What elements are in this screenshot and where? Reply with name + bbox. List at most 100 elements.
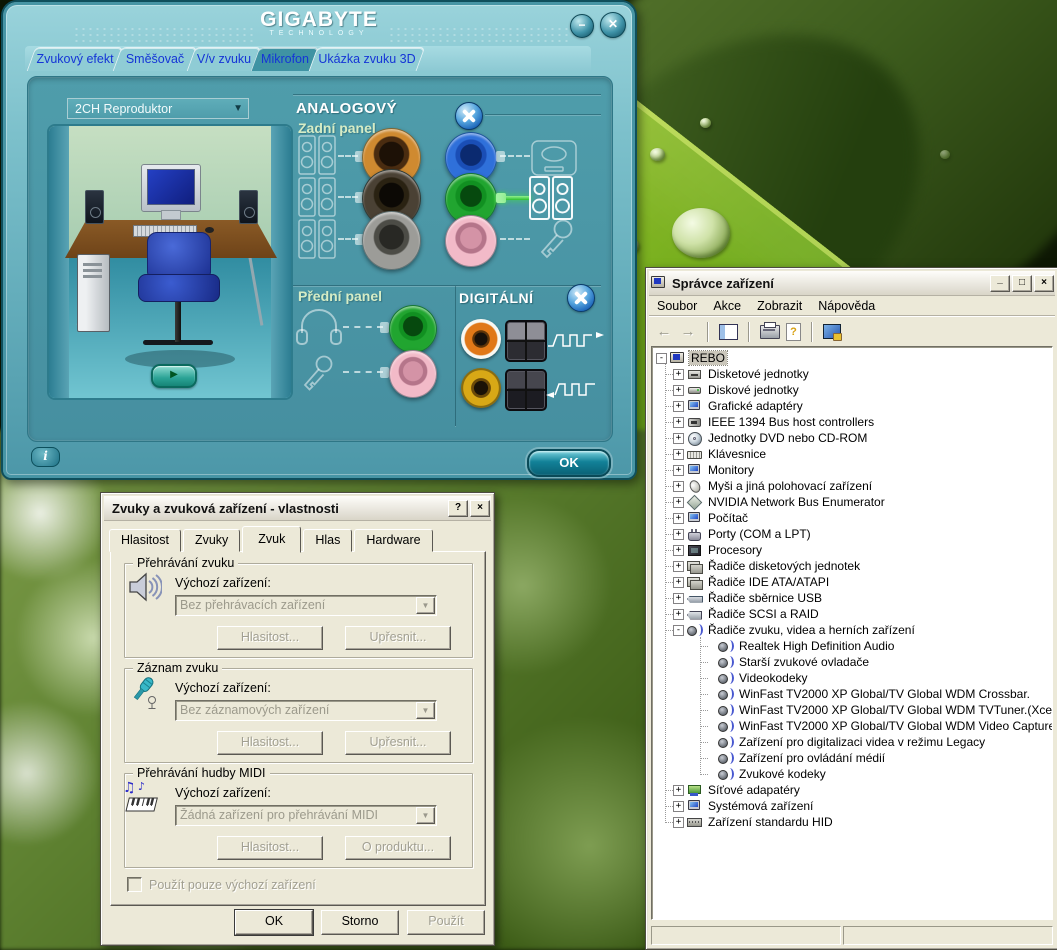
spdif-out-rca-orange[interactable] — [461, 319, 501, 359]
default-device-select[interactable]: Bez záznamových zařízení ▼ — [175, 700, 437, 721]
tree-item[interactable]: + Myši a jiná polohovací zařízení — [652, 478, 1052, 494]
help-icon[interactable]: ? — [783, 320, 804, 344]
tab[interactable]: Ukázka zvuku 3D — [309, 47, 426, 71]
tree-item[interactable]: Realtek High Definition Audio — [652, 638, 1052, 654]
tree-item[interactable]: + Diskové jednotky — [652, 382, 1052, 398]
close-button[interactable]: ✕ — [600, 12, 626, 38]
tree-item[interactable]: WinFast TV2000 XP Global/TV Global WDM V… — [652, 718, 1052, 734]
tab[interactable]: Hardware — [354, 529, 432, 552]
spdif-out-optical-port[interactable] — [505, 320, 547, 362]
expander-toggle[interactable]: - — [656, 353, 667, 364]
tree-item[interactable]: + Klávesnice — [652, 446, 1052, 462]
close-button[interactable]: × — [470, 500, 490, 517]
tree-item[interactable]: Zařízení pro ovládání médií — [652, 750, 1052, 766]
chevron-down-icon[interactable]: ▼ — [416, 702, 435, 719]
toolbar-separator[interactable] — [804, 320, 820, 344]
tree-item[interactable]: + IEEE 1394 Bus host controllers — [652, 414, 1052, 430]
play-button[interactable]: ▶ — [151, 364, 197, 388]
tree-item[interactable]: + Řadiče sběrnice USB — [652, 590, 1052, 606]
tab[interactable]: Zvukový efekt — [27, 47, 124, 71]
advanced-button[interactable]: Upřesnit... — [345, 731, 451, 755]
minimize-button[interactable]: − — [570, 14, 594, 38]
spdif-in-rca-yellow[interactable] — [461, 368, 501, 408]
volume-button[interactable]: Hlasitost... — [217, 836, 323, 860]
expander-toggle[interactable]: + — [673, 817, 684, 828]
tree-item[interactable]: WinFast TV2000 XP Global/TV Global WDM C… — [652, 686, 1052, 702]
expander-toggle[interactable]: + — [673, 417, 684, 428]
tree-item[interactable]: Zvukové kodeky — [652, 766, 1052, 782]
forward-icon[interactable]: → — [676, 320, 700, 344]
expander-toggle[interactable]: + — [673, 481, 684, 492]
tree-item[interactable]: + Síťové adapatéry — [652, 782, 1052, 798]
expander-toggle[interactable]: + — [673, 785, 684, 796]
digital-settings-wrench-icon[interactable] — [567, 284, 595, 312]
expander-toggle[interactable]: + — [673, 609, 684, 620]
dialog-button[interactable]: Použít — [407, 910, 485, 935]
expander-toggle[interactable]: + — [673, 801, 684, 812]
chevron-down-icon[interactable]: ▼ — [416, 597, 435, 614]
use-default-devices-checkbox-row[interactable]: Použít pouze výchozí zařízení — [127, 877, 316, 892]
tab[interactable]: Zvuky — [183, 529, 240, 552]
volume-button[interactable]: Hlasitost... — [217, 626, 323, 650]
tree-item[interactable]: - Řadiče zvuku, videa a herních zařízení — [652, 622, 1052, 638]
speaker-config-select[interactable]: 2CH Reproduktor ▼ — [67, 98, 249, 119]
rear-jack-gray-side-out[interactable] — [362, 211, 421, 270]
chevron-down-icon[interactable]: ▼ — [233, 99, 243, 119]
minimize-button[interactable]: _ — [990, 275, 1010, 292]
ok-button[interactable]: OK — [527, 449, 611, 477]
tree-item[interactable]: + Jednotky DVD nebo CD-ROM — [652, 430, 1052, 446]
expander-toggle[interactable]: + — [673, 513, 684, 524]
expander-toggle[interactable]: + — [673, 593, 684, 604]
advanced-button[interactable]: O produktu... — [345, 836, 451, 860]
tree-item[interactable]: + Procesory — [652, 542, 1052, 558]
expander-toggle[interactable]: + — [673, 433, 684, 444]
expander-toggle[interactable]: + — [673, 561, 684, 572]
tree-item[interactable]: - REBO — [652, 350, 1052, 366]
info-button[interactable]: i — [31, 447, 60, 467]
tree-item[interactable]: + Řadiče IDE ATA/ATAPI — [652, 574, 1052, 590]
expander-toggle[interactable]: + — [673, 497, 684, 508]
front-jack-green-headphone[interactable] — [389, 305, 437, 353]
expander-toggle[interactable]: + — [673, 545, 684, 556]
menu-item[interactable]: Soubor — [649, 297, 705, 315]
expander-toggle[interactable]: + — [673, 465, 684, 476]
tree-item[interactable]: WinFast TV2000 XP Global/TV Global WDM T… — [652, 702, 1052, 718]
update-driver-icon[interactable] — [820, 320, 844, 344]
tree-item[interactable]: + NVIDIA Network Bus Enumerator — [652, 494, 1052, 510]
expander-toggle[interactable]: + — [673, 401, 684, 412]
tab[interactable]: Hlasitost — [109, 529, 181, 552]
tab[interactable]: Směšovač — [113, 47, 198, 71]
chevron-down-icon[interactable]: ▼ — [416, 807, 435, 824]
expander-toggle[interactable]: - — [673, 625, 684, 636]
default-device-select[interactable]: Žádná zařízení pro přehrávání MIDI ▼ — [175, 805, 437, 826]
advanced-button[interactable]: Upřesnit... — [345, 626, 451, 650]
maximize-button[interactable]: □ — [1012, 275, 1032, 292]
tab[interactable]: Zvuk — [242, 526, 301, 553]
show-hide-console-tree-icon[interactable] — [716, 320, 741, 344]
dialog-button[interactable]: OK — [235, 910, 313, 935]
title-bar[interactable]: Správce zařízení _ □ × — [649, 271, 1055, 296]
tree-item[interactable]: + Disketové jednotky — [652, 366, 1052, 382]
back-icon[interactable]: ← — [652, 320, 676, 344]
front-jack-pink-mic[interactable] — [389, 350, 437, 398]
rear-jack-pink-mic-in[interactable] — [445, 215, 497, 267]
menu-item[interactable]: Akce — [705, 297, 749, 315]
tree-item[interactable]: Zařízení pro digitalizaci videa v režimu… — [652, 734, 1052, 750]
close-button[interactable]: × — [1034, 275, 1054, 292]
tree-item[interactable]: Starší zvukové ovladače — [652, 654, 1052, 670]
toolbar-separator[interactable] — [700, 320, 716, 344]
tree-item[interactable]: + Počítač — [652, 510, 1052, 526]
default-device-select[interactable]: Bez přehrávacích zařízení ▼ — [175, 595, 437, 616]
tree-item[interactable]: + Systémová zařízení — [652, 798, 1052, 814]
checkbox[interactable] — [127, 877, 142, 892]
expander-toggle[interactable]: + — [673, 529, 684, 540]
dialog-button[interactable]: Storno — [321, 910, 399, 935]
analog-settings-wrench-icon[interactable] — [455, 102, 483, 130]
spdif-in-optical-port[interactable] — [505, 369, 547, 411]
title-bar[interactable]: Zvuky a zvuková zařízení - vlastnosti ? … — [104, 496, 491, 521]
expander-toggle[interactable]: + — [673, 385, 684, 396]
menu-item[interactable]: Nápověda — [810, 297, 883, 315]
expander-toggle[interactable]: + — [673, 449, 684, 460]
print-icon[interactable] — [757, 320, 783, 344]
expander-toggle[interactable]: + — [673, 577, 684, 588]
